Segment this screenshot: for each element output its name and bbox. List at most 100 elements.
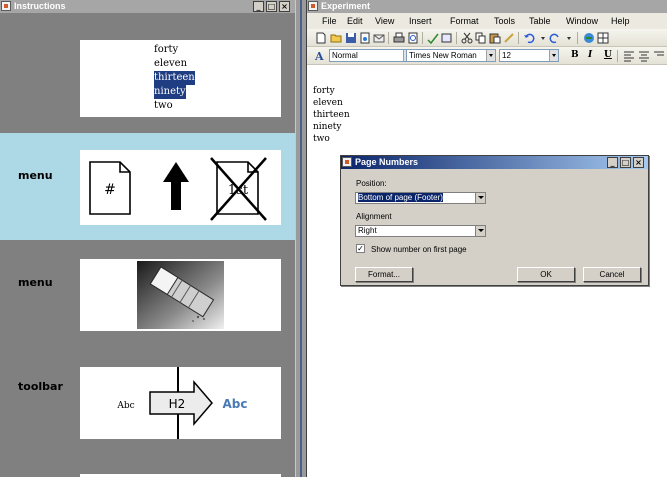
copy-icon[interactable] [475,32,487,44]
alignment-select[interactable]: Right [355,225,486,237]
cut-icon[interactable] [461,32,473,44]
undo-icon[interactable] [523,32,535,44]
chevron-down-icon[interactable] [486,50,495,61]
instruction-step-select: forty eleven thirteen ninety two [0,13,295,133]
position-select[interactable]: Bottom of page (Footer) [355,192,486,204]
word-text: ninety [154,85,186,99]
window-splitter[interactable] [295,0,306,477]
redo-dropdown-icon[interactable] [563,32,575,44]
font-select[interactable]: Times New Roman [406,49,496,62]
toolbar-separator [518,32,519,44]
toolbar-separator [617,50,618,62]
underline-button[interactable]: U [604,50,612,60]
font-size-select[interactable]: 12 [499,49,559,62]
heading-style-diagram: Abc H2 Abc [116,367,248,439]
up-arrow-icon [163,162,189,210]
menu-insert[interactable]: Insert [409,16,432,26]
dialog-title: Page Numbers [355,157,419,167]
toolbar-separator [577,32,578,44]
cancel-button[interactable]: Cancel [583,267,641,282]
svg-text:A: A [314,50,324,62]
menu-edit[interactable]: Edit [347,16,363,26]
menu-tools[interactable]: Tools [494,16,515,26]
app-icon [308,1,318,11]
instruction-step-toolbar: toolbar Abc H2 Abc [0,347,295,454]
position-value: Bottom of page (Footer) [358,193,443,202]
menu-format[interactable]: Format [450,16,479,26]
italic-button[interactable]: I [588,50,592,60]
menu-file[interactable]: File [322,16,337,26]
app-icon [1,1,11,11]
page-number-instruction-image: # 1st [80,150,281,225]
research-icon[interactable] [441,32,453,44]
permission-icon[interactable] [359,32,371,44]
alignment-value: Right [358,226,377,235]
undo-dropdown-icon[interactable] [537,32,549,44]
show-first-page-checkbox[interactable]: ✓ [356,244,365,253]
instruction-step-menu-current: menu # 1st [0,133,295,240]
redo-icon[interactable] [549,32,561,44]
experiment-titlebar[interactable]: Experiment [307,0,667,13]
print-icon[interactable] [393,32,405,44]
menu-view[interactable]: View [375,16,394,26]
step-label: menu [18,169,53,182]
styles-formatting-icon[interactable]: A [314,50,326,62]
align-right-icon[interactable] [653,50,665,62]
splitter-bar[interactable] [300,0,302,477]
maximize-button[interactable]: □ [620,157,631,168]
experiment-title: Experiment [321,1,371,11]
minimize-button[interactable]: _ [607,157,618,168]
ok-button[interactable]: OK [517,267,575,282]
print-preview-icon[interactable] [407,32,419,44]
position-label: Position: [356,179,387,188]
chevron-down-icon[interactable] [475,193,485,203]
app-icon [342,157,352,167]
align-left-icon[interactable] [623,50,635,62]
word-list: forty eleven thirteen ninety two [153,43,196,113]
h2-text: H2 [169,397,186,411]
style-select[interactable]: Normal [329,49,413,62]
show-first-page-label: Show number on first page [371,245,467,254]
word-list-image: forty eleven thirteen ninety two [80,40,281,117]
paste-icon[interactable] [489,32,501,44]
format-button[interactable]: Format... [355,267,413,282]
style-value: Normal [332,51,358,60]
chevron-down-icon[interactable] [475,226,485,236]
menu-help[interactable]: Help [611,16,630,26]
toolbar-separator [388,32,389,44]
abc-plain: Abc [116,401,134,411]
tables-borders-icon[interactable] [597,32,609,44]
new-document-icon[interactable] [315,32,327,44]
font-size-value: 12 [502,51,511,60]
abc-styled: Abc [223,397,248,411]
format-painter-icon[interactable] [503,32,515,44]
open-folder-icon[interactable] [330,32,342,44]
word-list-item: two [153,99,196,113]
save-icon[interactable] [345,32,357,44]
menu-bar: File Edit View Insert Format Tools Table… [307,13,667,29]
chevron-down-icon[interactable] [549,50,558,61]
hyperlink-icon[interactable] [583,32,595,44]
word-list-item: forty [153,43,196,57]
spelling-icon[interactable] [427,32,439,44]
document-body[interactable]: forty eleven thirteen ninety two [313,85,350,145]
word-list-item: thirteen [153,71,196,85]
word-text: forty [154,44,179,55]
menu-window[interactable]: Window [566,16,598,26]
align-center-icon[interactable] [638,50,650,62]
document-line: two [313,134,330,144]
instructions-titlebar[interactable]: Instructions _ □ × [0,0,295,13]
formatting-toolbar: A Normal Times New Roman 12 B I U [307,47,667,65]
close-button[interactable]: × [633,157,644,168]
word-list-item: ninety [153,85,196,99]
menu-table[interactable]: Table [529,16,551,26]
crossed-glyph: 1st [228,183,249,198]
maximize-button[interactable]: □ [266,1,277,12]
document-line: forty [313,86,335,96]
close-button[interactable]: × [279,1,290,12]
minimize-button[interactable]: _ [253,1,264,12]
email-icon[interactable] [373,32,385,44]
eraser-icon [137,261,224,329]
dialog-titlebar[interactable]: Page Numbers _ □ × [341,156,648,169]
bold-button[interactable]: B [571,50,579,60]
